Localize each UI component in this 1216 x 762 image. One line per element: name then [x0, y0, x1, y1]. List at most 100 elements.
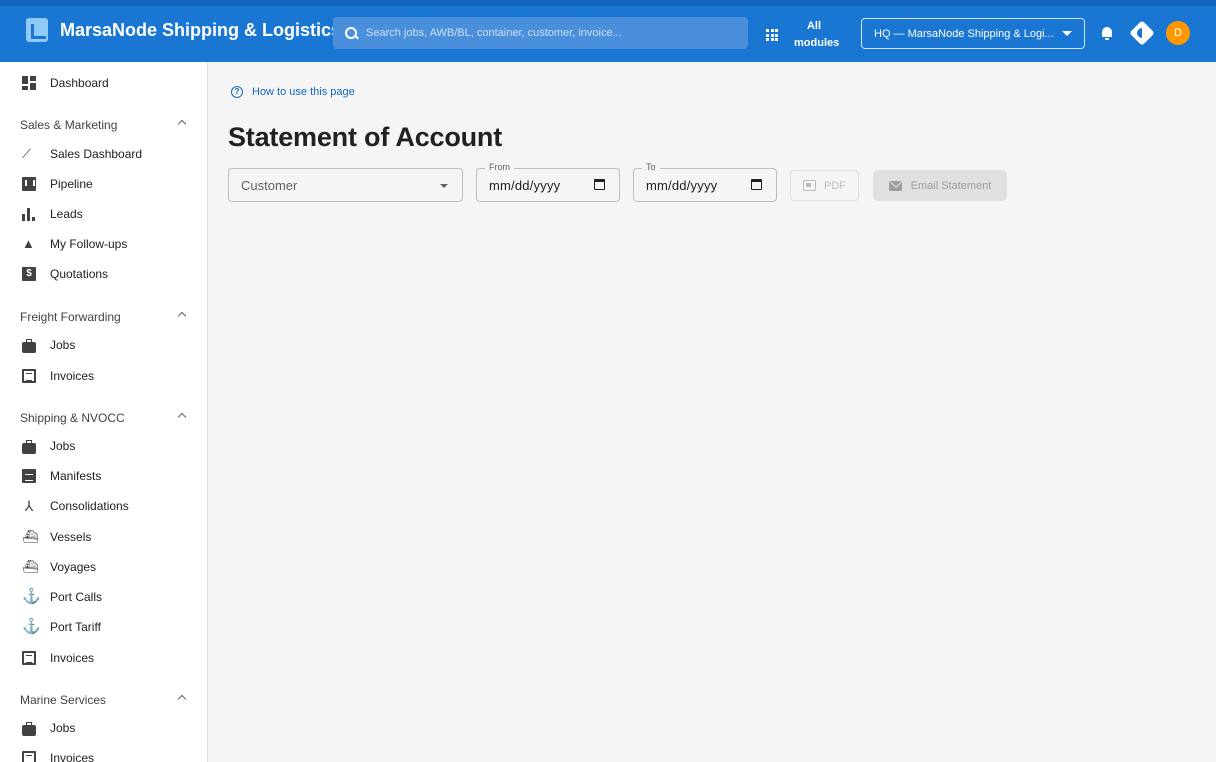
- theme-toggle-icon[interactable]: [1129, 20, 1155, 46]
- search-icon: [345, 26, 358, 40]
- sidebar-item-manifests[interactable]: Manifests: [0, 462, 207, 490]
- sidebar-item-label: Jobs: [50, 721, 76, 735]
- document-icon: [22, 469, 36, 483]
- anchor-icon: ⚓: [22, 588, 41, 605]
- pdf-button-label: PDF: [824, 179, 846, 192]
- from-date-label: From: [485, 162, 514, 172]
- mail-icon: [888, 180, 902, 191]
- organization-select-value: HQ — MarsaNode Shipping & Logi...: [874, 27, 1054, 40]
- sidebar-item-label: Sales Dashboard: [50, 147, 143, 161]
- alarm-bell-icon: ▲: [22, 236, 35, 251]
- organization-select[interactable]: HQ — MarsaNode Shipping & Logi...: [861, 18, 1085, 49]
- sidebar-item-dashboard[interactable]: Dashboard: [0, 69, 207, 97]
- email-statement-button[interactable]: Email Statement: [873, 170, 1007, 201]
- sidebar-item-label: Dashboard: [50, 76, 109, 90]
- dropdown-caret-icon: [1062, 31, 1072, 36]
- to-date-label: To: [642, 162, 660, 172]
- user-avatar[interactable]: D: [1166, 21, 1190, 45]
- search-input[interactable]: [366, 27, 746, 39]
- briefcase-icon: [22, 338, 36, 353]
- sidebar-item-my-follow-ups[interactable]: ▲ My Follow-ups: [0, 230, 207, 258]
- sidebar-item-consolidations[interactable]: ⅄ Consolidations: [0, 492, 207, 520]
- calendar-icon[interactable]: [751, 179, 762, 190]
- brand[interactable]: MarsaNode Shipping & Logistics: [26, 18, 341, 42]
- pdf-icon: [803, 180, 816, 191]
- email-statement-label: Email Statement: [910, 179, 992, 192]
- sidebar-item-label: Voyages: [50, 560, 97, 574]
- section-shipping-nvocc[interactable]: Shipping & NVOCC: [0, 406, 207, 430]
- dropdown-caret-icon: [440, 184, 448, 188]
- from-date-value: mm/dd/yyyy: [489, 177, 561, 193]
- sidebar-item-ff-invoices[interactable]: Invoices: [0, 362, 207, 390]
- chevron-up-icon: [177, 311, 187, 321]
- sidebar: Dashboard Sales & Marketing ⟋ Sales Dash…: [0, 62, 208, 762]
- sidebar-item-marine-jobs[interactable]: Jobs: [0, 714, 207, 742]
- customer-select[interactable]: Customer: [228, 168, 463, 202]
- apps-grid-icon: [766, 29, 778, 41]
- logo-icon: [26, 18, 48, 42]
- app-bar: MarsaNode Shipping & Logistics All modul…: [0, 0, 1216, 62]
- section-title: Sales & Marketing: [20, 118, 118, 132]
- sidebar-item-quotations[interactable]: $ Quotations: [0, 260, 207, 288]
- app-title: MarsaNode Shipping & Logistics: [60, 19, 342, 40]
- sidebar-item-label: Jobs: [50, 338, 76, 352]
- sidebar-item-sales-dashboard[interactable]: ⟋ Sales Dashboard: [0, 140, 207, 168]
- sidebar-item-label: Consolidations: [50, 499, 129, 513]
- bar-chart-icon: [22, 207, 36, 221]
- sidebar-item-vessels[interactable]: ⛴ Vessels: [0, 523, 207, 551]
- sidebar-item-label: Leads: [50, 207, 83, 221]
- sidebar-item-label: My Follow-ups: [50, 237, 128, 251]
- sidebar-item-nvocc-jobs[interactable]: Jobs: [0, 432, 207, 460]
- pipeline-icon: [22, 177, 36, 191]
- invoice-icon: [22, 651, 36, 665]
- sidebar-item-label: Quotations: [50, 267, 109, 281]
- chevron-up-icon: [177, 119, 187, 129]
- sidebar-item-label: Invoices: [50, 369, 95, 383]
- sidebar-item-port-tariff[interactable]: ⚓ Port Tariff: [0, 613, 207, 641]
- from-date-field[interactable]: From mm/dd/yyyy: [476, 162, 620, 202]
- sidebar-item-ff-jobs[interactable]: Jobs: [0, 331, 207, 359]
- help-circle-icon: ?: [231, 86, 243, 98]
- notifications-bell-icon[interactable]: [1101, 26, 1113, 40]
- page-title: Statement of Account: [228, 122, 503, 152]
- sidebar-item-pipeline[interactable]: Pipeline: [0, 170, 207, 198]
- all-modules-label: All modules: [794, 20, 840, 49]
- section-title: Marine Services: [20, 693, 107, 707]
- invoice-icon: [22, 369, 36, 383]
- chevron-up-icon: [177, 412, 187, 422]
- merge-icon: ⅄: [24, 498, 34, 514]
- sidebar-item-label: Vessels: [50, 530, 92, 544]
- briefcase-icon: [22, 439, 36, 454]
- ship-icon: ⛴: [22, 529, 39, 544]
- sidebar-item-label: Invoices: [50, 751, 95, 762]
- to-date-field[interactable]: To mm/dd/yyyy: [633, 162, 777, 202]
- sidebar-item-label: Port Tariff: [50, 620, 101, 634]
- help-link-text: How to use this page: [252, 86, 355, 98]
- sidebar-item-leads[interactable]: Leads: [0, 200, 207, 228]
- sidebar-item-voyages[interactable]: ⛴ Voyages: [0, 553, 207, 581]
- invoice-icon: [22, 751, 36, 762]
- sidebar-item-label: Pipeline: [50, 177, 93, 191]
- calendar-icon[interactable]: [594, 179, 605, 190]
- global-search[interactable]: [333, 17, 748, 49]
- sidebar-item-nvocc-invoices[interactable]: Invoices: [0, 644, 207, 672]
- section-freight-forwarding[interactable]: Freight Forwarding: [0, 305, 207, 329]
- section-sales-marketing[interactable]: Sales & Marketing: [0, 113, 207, 137]
- sidebar-item-label: Port Calls: [50, 590, 103, 604]
- sidebar-item-port-calls[interactable]: ⚓ Port Calls: [0, 583, 207, 611]
- briefcase-icon: [22, 721, 36, 736]
- ship-icon: ⛴: [22, 559, 39, 574]
- quote-dollar-icon: $: [22, 267, 36, 281]
- chevron-up-icon: [177, 694, 187, 704]
- pdf-button[interactable]: PDF: [790, 170, 859, 201]
- anchor-icon: ⚓: [22, 618, 41, 635]
- sidebar-item-marine-invoices[interactable]: Invoices: [0, 744, 207, 762]
- section-title: Shipping & NVOCC: [20, 411, 125, 425]
- to-date-value: mm/dd/yyyy: [646, 177, 718, 193]
- section-title: Freight Forwarding: [20, 310, 121, 324]
- trending-icon: ⟋: [22, 146, 32, 161]
- section-marine-services[interactable]: Marine Services: [0, 688, 207, 712]
- help-link[interactable]: ? How to use this page: [231, 86, 355, 98]
- customer-select-placeholder: Customer: [241, 177, 298, 193]
- all-modules-button[interactable]: All modules: [766, 18, 840, 52]
